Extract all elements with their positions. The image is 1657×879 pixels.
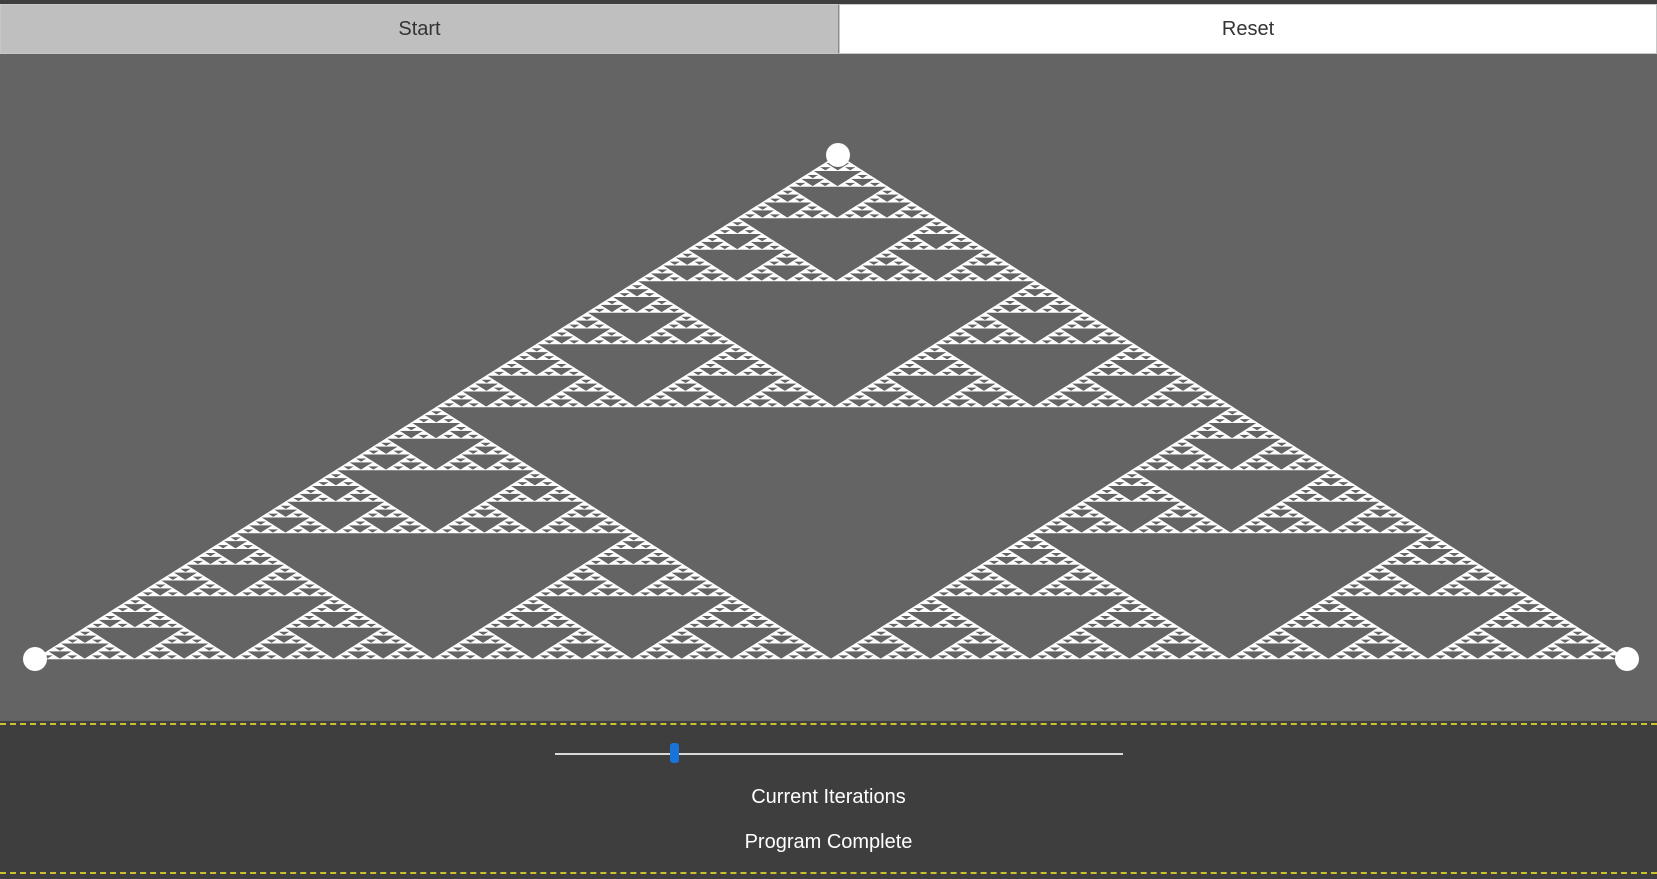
sierpinski-triangle [23, 143, 1639, 671]
dashed-divider-top [0, 723, 1657, 725]
sierpinski-fractal [33, 154, 1629, 660]
fractal-canvas[interactable] [0, 54, 1657, 721]
bottom-right-vertex-handle[interactable] [1615, 647, 1639, 671]
toolbar: Start Reset [0, 4, 1657, 54]
start-button[interactable]: Start [0, 4, 839, 54]
control-panel: Current Iterations Program Complete [0, 721, 1657, 879]
fractal-shape [33, 154, 1629, 660]
reset-button[interactable]: Reset [839, 4, 1657, 54]
current-iterations-label: Current Iterations [751, 786, 906, 808]
slider-track [555, 753, 1123, 755]
slider-thumb[interactable] [670, 743, 680, 763]
iterations-slider[interactable] [555, 743, 1123, 765]
dashed-divider-bottom [0, 872, 1657, 874]
top-vertex-handle[interactable] [826, 143, 850, 167]
bottom-left-vertex-handle[interactable] [23, 647, 47, 671]
status-text: Program Complete [744, 831, 913, 853]
